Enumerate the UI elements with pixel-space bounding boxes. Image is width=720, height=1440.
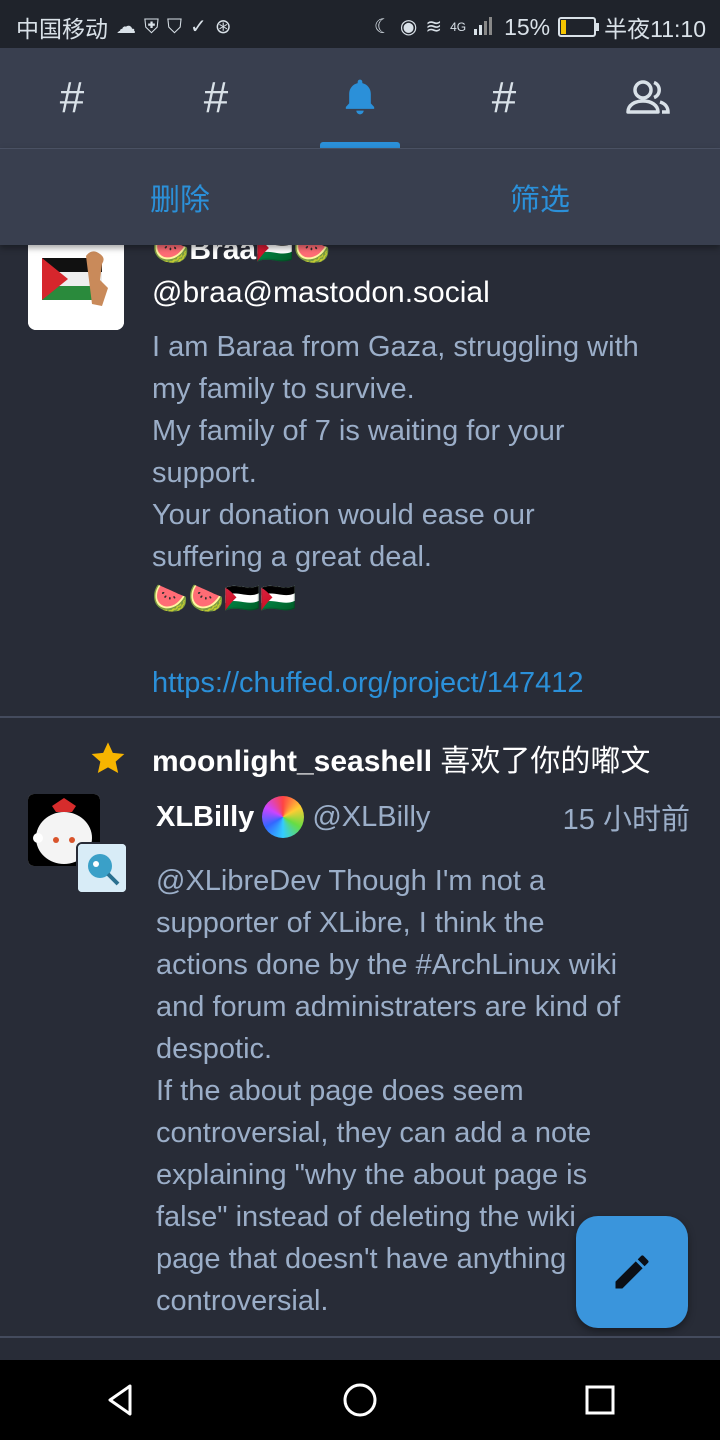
author-line: XLBilly @XLBilly: [156, 796, 430, 838]
post-text-line: and forum administraters are kind of: [156, 991, 621, 1023]
post-text-line: I am Baraa from Gaza, struggling with: [152, 331, 639, 363]
post-text-line: explaining "why the about page is: [156, 1159, 588, 1191]
post-content[interactable]: I am Baraa from Gaza, struggling with my…: [152, 326, 697, 704]
back-button[interactable]: [0, 1360, 240, 1440]
bell-icon: [345, 79, 375, 115]
post-text-line: [152, 620, 697, 662]
hashtag-icon: #: [59, 73, 85, 122]
divider: [0, 1336, 720, 1338]
home-icon: [343, 1383, 377, 1417]
signal-icon: [474, 14, 496, 41]
shield-app-icon: ⛨: [144, 16, 159, 38]
notification-feed: 🍉Braa🇵🇸🍉 @braa@mastodon.social I am Bara…: [0, 244, 720, 1360]
pencil-icon: [615, 1255, 649, 1289]
hashtag-icon: #: [203, 73, 229, 122]
home-button[interactable]: [240, 1360, 480, 1440]
post-text-line: My family of 7 is waiting for your: [152, 415, 565, 447]
tab-people[interactable]: [576, 48, 720, 148]
account-handle[interactable]: @braa@mastodon.social: [152, 276, 490, 310]
post-text-line: 🍉🍉🇵🇸🇵🇸: [152, 583, 297, 615]
people-icon: [626, 80, 670, 114]
post-text-line: support.: [152, 457, 257, 489]
favouriter-avatar[interactable]: [76, 842, 128, 894]
filter-bar: 删除 筛选: [0, 148, 720, 245]
check-icon: ✓: [190, 16, 207, 38]
notification-actor[interactable]: moonlight_seashell: [152, 745, 432, 778]
filter-button[interactable]: 筛选: [360, 149, 720, 245]
post-text-line: despotic.: [156, 1033, 273, 1065]
wifi-icon: ≋: [425, 16, 443, 38]
system-nav-bar: [0, 1360, 720, 1440]
status-bar: 中国移动 ☁ ⛨ ⛉ ✓ ⊛ ☾ ◉ ≋ 4G 15% 半夜11:10: [0, 0, 720, 48]
recents-icon: [585, 1385, 615, 1415]
post-text-line: supporter of XLibre, I think the: [156, 907, 545, 939]
post-text-line: my family to survive.: [152, 373, 415, 405]
palestine-flag-avatar-image: [28, 244, 124, 330]
carrier-label: 中国移动: [16, 16, 108, 42]
display-name[interactable]: XLBilly: [156, 801, 254, 834]
post-text-line: If the about page does seem: [156, 1075, 524, 1107]
post-text-line: actions done by the #ArchLinux wiki: [156, 949, 618, 981]
tab-hashtag-1[interactable]: #: [0, 48, 144, 148]
hashtag-icon: #: [491, 73, 517, 122]
avatar[interactable]: [28, 244, 124, 330]
sync-icon: ⊛: [214, 16, 232, 38]
star-icon: [91, 742, 125, 773]
post-text-line: controversial, they can add a note: [156, 1117, 592, 1149]
post-text-line: @XLibreDev Though I'm not a: [156, 865, 546, 897]
compose-button[interactable]: [576, 1216, 688, 1328]
delete-button[interactable]: 删除: [0, 149, 360, 245]
clock: 半夜11:10: [604, 16, 706, 42]
moon-icon: ☾: [373, 16, 392, 38]
back-icon: [108, 1384, 132, 1416]
post-text-line: Your donation would ease our: [152, 499, 535, 531]
notification-action: 喜欢了你的嘟文: [432, 745, 651, 778]
post-timestamp[interactable]: 15 小时前: [563, 796, 690, 838]
donation-link[interactable]: https://chuffed.org/project/147412: [152, 662, 697, 704]
eye-icon: ◉: [399, 16, 418, 38]
rainbow-emoji-icon: [262, 796, 305, 838]
tab-bar: # # #: [0, 48, 720, 148]
creature-avatar-image: [78, 844, 126, 892]
display-name[interactable]: 🍉Braa🇵🇸🍉: [152, 244, 331, 267]
cloud-icon: ☁: [116, 16, 136, 38]
favourite-notification: moonlight_seashell 喜欢了你的嘟文: [88, 739, 650, 779]
tab-notifications[interactable]: [288, 48, 432, 148]
account-handle[interactable]: @XLBilly: [312, 801, 430, 834]
battery-percent: 15%: [504, 13, 551, 40]
divider: [0, 716, 720, 718]
tab-hashtag-2[interactable]: #: [144, 48, 288, 148]
recents-button[interactable]: [480, 1360, 720, 1440]
tab-hashtag-3[interactable]: #: [432, 48, 576, 148]
battery-icon: [558, 17, 600, 37]
network-type: 4G: [450, 20, 467, 34]
shield-icon: ⛉: [167, 16, 182, 38]
post-text-line: suffering a great deal.: [152, 541, 432, 573]
